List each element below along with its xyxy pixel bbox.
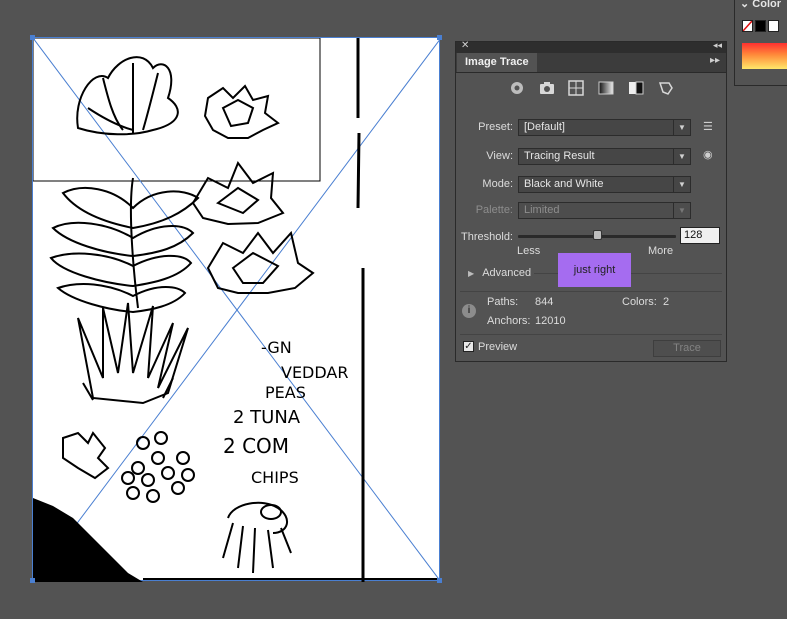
artboard[interactable]: -GN VEDDAR PEAS 2 TUNA 2 COM CHIPS	[32, 37, 441, 582]
threshold-label: Threshold:	[461, 231, 513, 243]
preset-value: [Default]	[524, 121, 565, 133]
succulent-drawing	[206, 230, 315, 294]
handwritten-notes: -GN VEDDAR PEAS 2 TUNA 2 COM CHIPS	[223, 338, 348, 487]
trace-button[interactable]: Trace	[653, 340, 721, 357]
high-color-icon[interactable]	[538, 79, 556, 97]
black-white-icon[interactable]	[627, 79, 645, 97]
black-swatch[interactable]	[755, 20, 766, 32]
view-value: Tracing Result	[524, 150, 595, 162]
succulent-drawing	[222, 501, 292, 574]
preset-select[interactable]: [Default] ▼	[518, 119, 691, 136]
colors-value: 2	[663, 296, 670, 308]
chevron-down-icon: ▼	[673, 177, 690, 192]
note-line: PEAS	[265, 383, 306, 402]
auto-color-icon[interactable]	[508, 79, 526, 97]
close-icon[interactable]: ✕	[461, 40, 469, 51]
chevron-down-icon: ▼	[673, 120, 690, 135]
selection-handle[interactable]	[30, 578, 35, 583]
edge-line	[356, 38, 365, 582]
selection-handle[interactable]	[30, 35, 35, 40]
panel-menu-icon[interactable]: ▸▸	[710, 55, 720, 66]
colors-label: Colors:	[622, 296, 657, 308]
tab-image-trace[interactable]: Image Trace	[457, 53, 537, 72]
collapse-panel-icon[interactable]: ◂◂	[713, 40, 722, 51]
succulent-drawing	[191, 160, 285, 226]
preview-label: Preview	[478, 341, 518, 353]
none-slash-icon	[742, 20, 753, 32]
image-trace-panel: ✕ ◂◂ Image Trace ▸▸ Preset: [Default] ▼	[455, 40, 727, 362]
mode-select[interactable]: Black and White ▼	[518, 176, 691, 193]
threshold-more-label: More	[648, 245, 674, 257]
note-line: CHIPS	[251, 468, 299, 487]
traced-image: -GN VEDDAR PEAS 2 TUNA 2 COM CHIPS	[33, 38, 441, 582]
selection-handle[interactable]	[437, 35, 442, 40]
threshold-input[interactable]: 128	[680, 227, 720, 244]
divider	[460, 334, 722, 335]
anchors-label: Anchors:	[487, 315, 531, 327]
preview-checkbox[interactable]: ✓	[463, 341, 474, 352]
none-swatch[interactable]	[742, 20, 753, 32]
mode-label: Mode:	[482, 178, 513, 190]
note-line: 2 COM	[223, 434, 289, 458]
threshold-slider-thumb[interactable]	[593, 230, 602, 240]
paths-label: Paths:	[487, 296, 519, 308]
advanced-label: Advanced	[482, 267, 532, 279]
chevron-down-icon: ▼	[673, 203, 690, 218]
chevron-down-icon: ▼	[673, 149, 690, 164]
note-line: 2 TUNA	[233, 407, 301, 428]
mode-value: Black and White	[524, 178, 604, 190]
paths-value: 844	[535, 296, 554, 308]
palette-label: Palette:	[475, 204, 513, 216]
threshold-less-label: Less	[517, 245, 541, 257]
divider	[460, 291, 722, 292]
succulent-drawing	[62, 431, 195, 503]
grayscale-icon[interactable]	[597, 79, 615, 97]
frame-rect	[33, 38, 321, 182]
eye-icon[interactable]: ◉	[703, 148, 713, 161]
succulent-drawing	[77, 302, 189, 405]
anchors-value: 12010	[535, 315, 566, 327]
palette-value: Limited	[524, 204, 560, 216]
note-line: -GN	[261, 338, 292, 357]
low-color-icon[interactable]	[567, 79, 585, 97]
info-icon: i	[462, 304, 476, 318]
manage-presets-icon[interactable]: ☰	[703, 120, 713, 133]
view-select[interactable]: Tracing Result ▼	[518, 148, 691, 165]
advanced-toggle[interactable]: ▶ Advanced	[468, 267, 531, 279]
collapse-icon[interactable]: ⌄	[740, 0, 749, 10]
color-spectrum[interactable]	[742, 43, 787, 69]
dark-corner	[33, 498, 143, 582]
succulent-drawing	[49, 177, 200, 314]
outline-icon[interactable]	[657, 79, 675, 97]
succulent-drawing	[76, 56, 179, 136]
palette-select: Limited ▼	[518, 202, 691, 219]
white-swatch[interactable]	[768, 20, 779, 32]
color-panel: ⌄ Color	[734, 0, 787, 86]
preset-label: Preset:	[478, 121, 513, 133]
note-line: VEDDAR	[281, 363, 348, 382]
selection-handle[interactable]	[437, 578, 442, 583]
color-panel-title: ⌄ Color	[740, 0, 782, 10]
annotation-sticky-note: just right	[558, 253, 631, 287]
panel-titlebar: ✕ ◂◂	[456, 40, 726, 53]
chevron-right-icon: ▶	[468, 269, 475, 278]
succulent-drawing	[203, 84, 280, 139]
panel-tabrow: Image Trace ▸▸	[456, 53, 726, 73]
view-label: View:	[486, 150, 513, 162]
